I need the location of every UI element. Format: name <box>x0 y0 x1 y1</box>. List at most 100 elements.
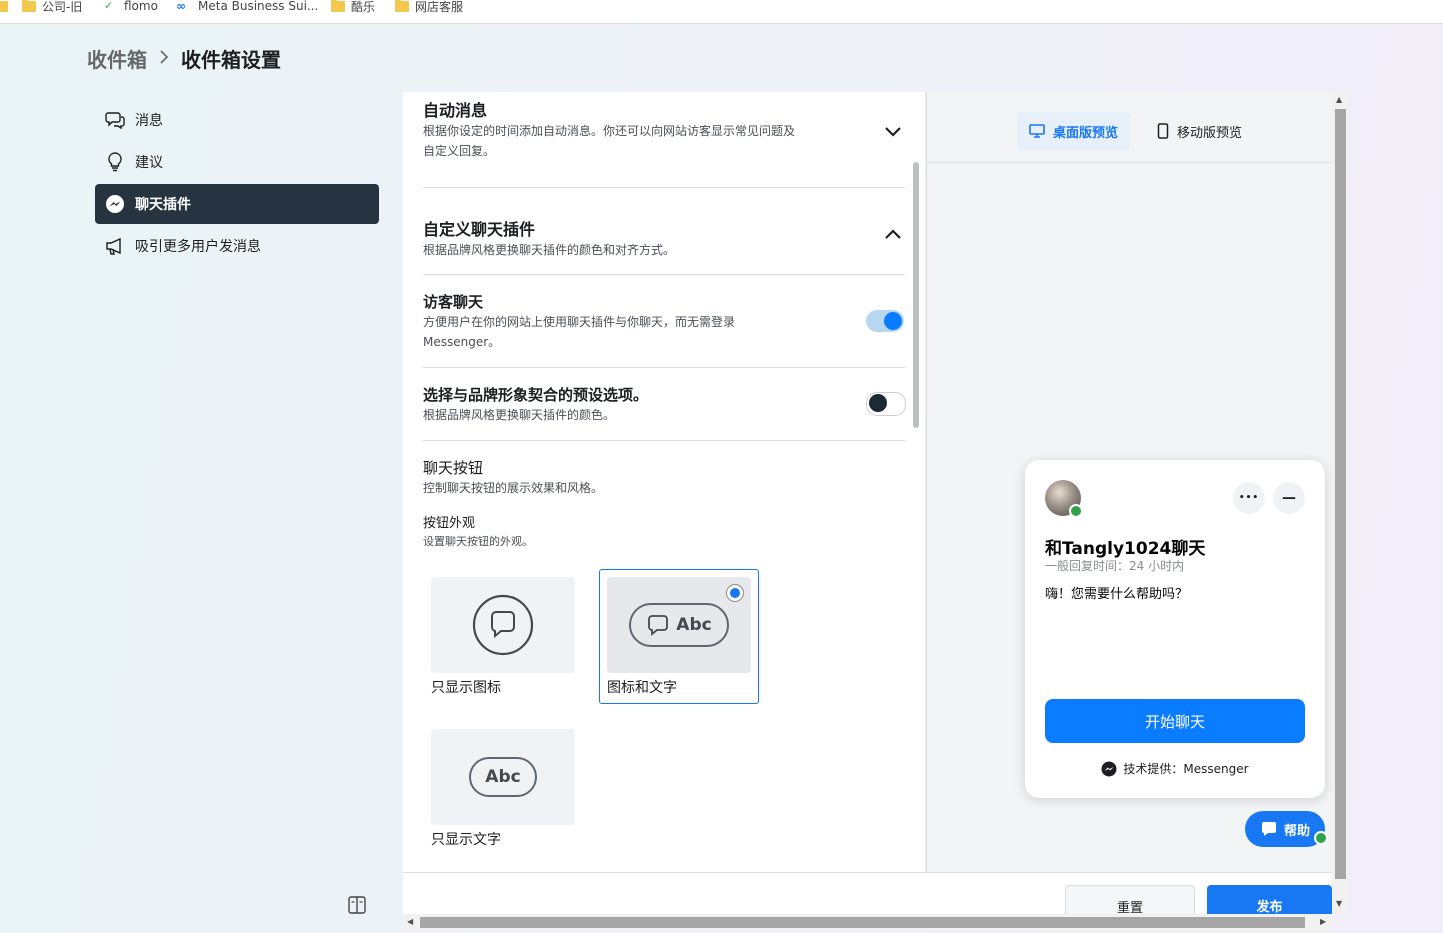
tab-desktop-preview[interactable]: 桌面版预览 <box>1017 112 1131 150</box>
folder-icon <box>0 0 8 12</box>
icon-text-pill: Abc <box>629 603 729 647</box>
sidebar-item-messages[interactable]: 消息 <box>95 100 379 140</box>
bookmark-item[interactable]: ∞ Meta Business Sui... <box>176 0 318 15</box>
scroll-up-arrow-icon[interactable]: ▲ <box>1336 96 1342 104</box>
online-status-dot <box>1314 831 1328 845</box>
vertical-scrollbar[interactable]: ▲ ▼ <box>1332 92 1349 914</box>
divider <box>423 440 905 441</box>
guest-chat-section: 访客聊天 方便用户在你的网站上使用聊天插件与你聊天，而无需登录 Messenge… <box>423 291 905 352</box>
folder-icon <box>331 0 345 12</box>
bookmark-item[interactable]: ✓ flomo <box>104 0 158 15</box>
sidebar-item-suggestions[interactable]: 建议 <box>95 142 379 182</box>
desktop-icon <box>1029 124 1045 138</box>
scroll-right-arrow-icon[interactable]: ▶ <box>1320 918 1326 926</box>
bookmark-item[interactable]: 公司-旧 <box>22 0 82 15</box>
powered-by-text: 技术提供：Messenger <box>1123 762 1249 776</box>
start-chat-button[interactable]: 开始聊天 <box>1045 699 1305 743</box>
settings-scrollbar[interactable] <box>913 162 919 428</box>
brand-preset-section: 选择与品牌形象契合的预设选项。 根据品牌风格更换聊天插件的颜色。 <box>423 384 905 425</box>
minimize-icon: — <box>1282 490 1296 506</box>
reset-button[interactable]: 重置 <box>1065 885 1195 916</box>
more-icon: ••• <box>1238 493 1260 503</box>
online-status-dot <box>1069 504 1083 518</box>
powered-by: 技术提供：Messenger <box>1025 760 1325 777</box>
minimize-button[interactable]: — <box>1273 482 1305 514</box>
messenger-icon <box>105 194 125 214</box>
button-option-text-only[interactable]: Abc <box>431 729 575 825</box>
option-radio-selected[interactable] <box>726 584 744 602</box>
chevron-down-icon[interactable] <box>883 121 903 141</box>
section-desc-line: 方便用户在你的网站上使用聊天插件与你聊天，而无需登录 <box>423 315 736 329</box>
text-pill: Abc <box>469 757 537 797</box>
meta-logo-icon: ∞ <box>176 0 186 13</box>
section-title: 聊天按钮 <box>423 459 484 477</box>
greeting-message: 嗨！您需要什么帮助吗？ <box>1045 587 1189 602</box>
section-desc: 根据品牌风格更换聊天插件的颜色。 <box>423 408 616 422</box>
sidebar-item-attract-users[interactable]: 吸引更多用户发消息 <box>95 226 379 266</box>
preview-panel: 桌面版预览 移动版预览 ••• — 和Tangly1024聊天 一般回复时间：2… <box>926 92 1333 872</box>
action-footer: 重置 发布 <box>403 872 1332 916</box>
section-title: 访客聊天 <box>423 293 484 311</box>
section-title: 选择与品牌形象契合的预设选项。 <box>423 386 649 404</box>
customize-plugin-section[interactable]: 自定义聊天插件 根据品牌风格更换聊天插件的颜色和对齐方式。 <box>423 216 905 260</box>
chat-bubble-icon <box>472 594 534 656</box>
scroll-down-arrow-icon[interactable]: ▼ <box>1336 900 1342 908</box>
toggle-knob <box>869 394 887 412</box>
chat-title: 和Tangly1024聊天 <box>1045 539 1206 559</box>
breadcrumb-inbox-link[interactable]: 收件箱 <box>87 44 147 73</box>
sidebar-item-label: 吸引更多用户发消息 <box>135 239 261 255</box>
sidebar-item-chat-plugin[interactable]: 聊天插件 <box>95 184 379 224</box>
section-desc: 根据品牌风格更换聊天插件的颜色和对齐方式。 <box>423 243 676 257</box>
chat-preview-card: ••• — 和Tangly1024聊天 一般回复时间：24 小时内 嗨！您需要什… <box>1025 460 1325 798</box>
scroll-left-arrow-icon[interactable]: ◀ <box>407 918 413 926</box>
settings-panel: 自动消息 根据你设定的时间添加自动消息。你还可以向网站访客显示常见问题及 自定义… <box>403 92 925 872</box>
pill-text: Abc <box>485 767 521 787</box>
chat-button-section: 聊天按钮 控制聊天按钮的展示效果和风格。 按钮外观 设置聊天按钮的外观。 <box>423 457 905 549</box>
more-options-button[interactable]: ••• <box>1233 482 1265 514</box>
publish-button[interactable]: 发布 <box>1207 885 1332 915</box>
section-desc-line: Messenger。 <box>423 335 501 349</box>
horizontal-scroll-thumb[interactable] <box>420 917 1305 928</box>
sidebar-item-label: 聊天插件 <box>135 197 191 213</box>
flomo-icon: ✓ <box>104 0 114 12</box>
chevron-up-icon[interactable] <box>883 224 903 244</box>
sidebar-item-label: 消息 <box>135 113 163 129</box>
chat-bubbles-icon <box>105 110 125 130</box>
guest-chat-toggle[interactable] <box>866 310 904 332</box>
auto-message-section[interactable]: 自动消息 根据你设定的时间添加自动消息。你还可以向网站访客显示常见问题及 自定义… <box>423 97 905 161</box>
help-chat-button[interactable]: 帮助 <box>1245 811 1325 847</box>
tab-label: 移动版预览 <box>1177 125 1243 141</box>
section-desc-line: 根据你设定的时间添加自动消息。你还可以向网站访客显示常见问题及 <box>423 124 796 138</box>
sidebar-item-label: 建议 <box>135 155 163 171</box>
divider <box>423 187 905 188</box>
folder-icon <box>395 0 409 12</box>
breadcrumb: 收件箱 收件箱设置 <box>87 44 281 73</box>
appearance-title: 按钮外观 <box>423 516 476 531</box>
tab-label: 桌面版预览 <box>1053 125 1119 141</box>
appearance-desc: 设置聊天按钮的外观。 <box>423 535 533 548</box>
vertical-scroll-thumb[interactable] <box>1335 109 1346 879</box>
option-label: 图标和文字 <box>607 680 677 696</box>
folder-icon <box>22 0 36 12</box>
button-option-icon-only[interactable] <box>431 577 575 673</box>
reply-time: 一般回复时间：24 小时内 <box>1045 559 1185 573</box>
chat-bubble-icon <box>648 615 669 636</box>
bookmark-item[interactable]: 酷乐 <box>331 0 375 15</box>
chevron-right-icon <box>159 48 169 69</box>
brand-preset-toggle[interactable] <box>866 392 906 416</box>
divider <box>423 367 905 368</box>
tab-mobile-preview[interactable]: 移动版预览 <box>1145 112 1254 150</box>
chat-bubble-icon <box>1261 822 1276 836</box>
lightbulb-icon <box>105 152 125 172</box>
bookmark-item[interactable]: 网店客服 <box>395 0 463 15</box>
section-desc-line: 自定义回复。 <box>423 144 496 158</box>
preview-tabs: 桌面版预览 移动版预览 <box>927 92 1333 163</box>
horizontal-scrollbar[interactable]: ◀ ▶ <box>403 914 1332 931</box>
collapse-sidebar-icon[interactable] <box>347 895 367 915</box>
pill-text: Abc <box>676 615 712 635</box>
toggle-knob <box>884 312 902 330</box>
bookmark-partial[interactable] <box>0 0 8 15</box>
section-title: 自动消息 <box>423 101 488 120</box>
messenger-icon <box>1101 761 1117 776</box>
megaphone-icon <box>105 236 125 256</box>
